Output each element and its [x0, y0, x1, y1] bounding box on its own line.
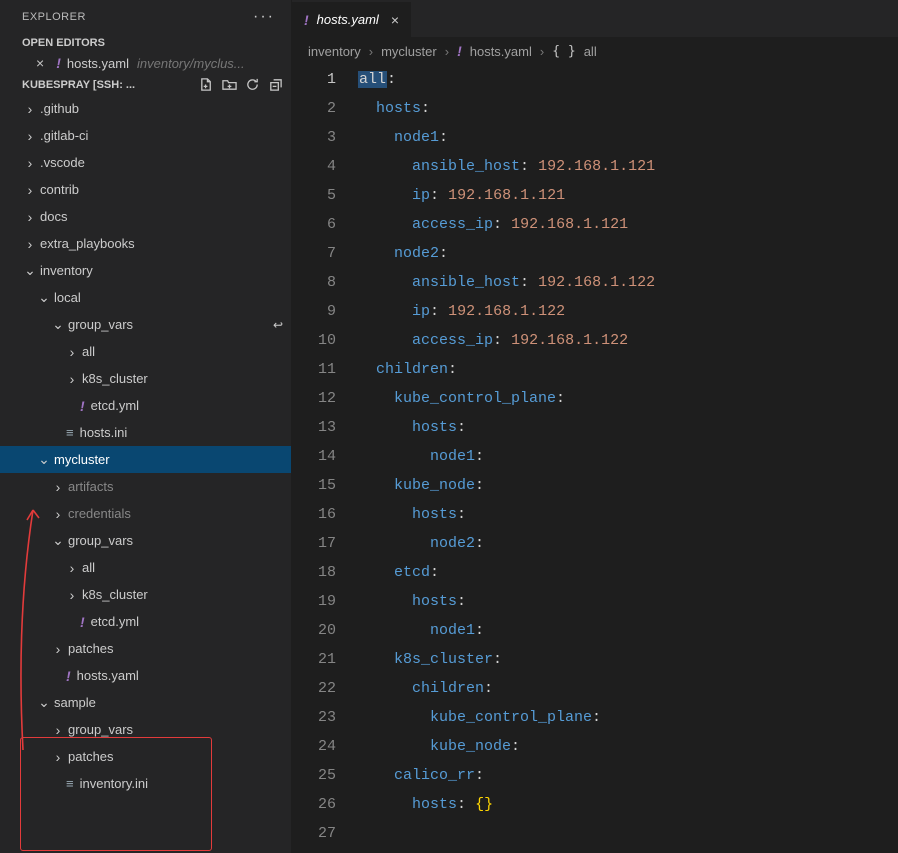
chevron-down-icon	[36, 289, 52, 306]
open-editors-label: OPEN EDITORS	[22, 37, 105, 49]
code-editor[interactable]: 1234567891011121314151617181920212223242…	[292, 65, 898, 853]
tree-file-etcd-yml-2[interactable]: !etcd.yml	[0, 608, 291, 635]
tree-folder-artifacts[interactable]: artifacts	[0, 473, 291, 500]
chevron-right-icon	[50, 479, 66, 495]
code-lines[interactable]: all: hosts: node1: ansible_host: 192.168…	[354, 65, 898, 853]
open-editor-item[interactable]: × ! hosts.yaml inventory/myclus...	[0, 52, 291, 74]
chevron-down-icon	[22, 262, 38, 279]
tab-title: hosts.yaml	[317, 12, 379, 27]
more-actions-icon[interactable]: ···	[253, 8, 275, 26]
tree-folder-patches[interactable]: patches	[0, 635, 291, 662]
breadcrumb-seg[interactable]: mycluster	[381, 44, 437, 59]
close-tab-icon[interactable]: ×	[391, 12, 399, 28]
close-editor-icon[interactable]: ×	[36, 55, 44, 71]
breadcrumb-sep-icon: ›	[445, 44, 449, 59]
tree-folder-gitlab-ci[interactable]: .gitlab-ci	[0, 122, 291, 149]
open-editor-filename: hosts.yaml	[67, 56, 129, 71]
chevron-down-icon	[50, 532, 66, 549]
breadcrumb-seg[interactable]: hosts.yaml	[470, 44, 532, 59]
workspace-section[interactable]: KUBESPRAY [SSH: ...	[0, 74, 291, 95]
line-gutter: 1234567891011121314151617181920212223242…	[292, 65, 354, 853]
tree-folder-contrib[interactable]: contrib	[0, 176, 291, 203]
chevron-right-icon	[22, 182, 38, 198]
tab-hosts-yaml[interactable]: ! hosts.yaml ×	[292, 2, 411, 37]
tree-folder-patches-2[interactable]: patches	[0, 743, 291, 770]
yaml-file-icon: !	[457, 43, 462, 59]
explorer-header: EXPLORER ···	[0, 0, 291, 34]
chevron-right-icon	[64, 371, 80, 387]
new-folder-icon[interactable]	[222, 77, 237, 92]
chevron-right-icon	[50, 641, 66, 657]
chevron-right-icon	[64, 587, 80, 603]
modified-indicator-icon: ↩	[273, 318, 283, 332]
chevron-right-icon	[64, 560, 80, 576]
tree-file-inventory-ini[interactable]: inventory.ini	[0, 770, 291, 797]
chevron-down-icon	[36, 694, 52, 711]
tree-folder-vscode[interactable]: .vscode	[0, 149, 291, 176]
tree-folder-group-vars[interactable]: group_vars↩	[0, 311, 291, 338]
chevron-down-icon	[50, 316, 66, 333]
new-file-icon[interactable]	[199, 77, 214, 92]
breadcrumb-sep-icon: ›	[540, 44, 544, 59]
tree-folder-local[interactable]: local	[0, 284, 291, 311]
explorer-sidebar: EXPLORER ··· OPEN EDITORS × ! hosts.yaml…	[0, 0, 292, 853]
tree-folder-sample[interactable]: sample	[0, 689, 291, 716]
breadcrumb[interactable]: inventory › mycluster › ! hosts.yaml › {…	[292, 37, 898, 65]
tree-folder-all[interactable]: all	[0, 338, 291, 365]
file-tree: .github .gitlab-ci .vscode contrib docs …	[0, 95, 291, 853]
ini-file-icon	[66, 776, 74, 791]
tree-folder-extra-playbooks[interactable]: extra_playbooks	[0, 230, 291, 257]
breadcrumb-sep-icon: ›	[369, 44, 373, 59]
tree-file-hosts-yaml[interactable]: !hosts.yaml	[0, 662, 291, 689]
chevron-right-icon	[22, 101, 38, 117]
chevron-right-icon	[50, 722, 66, 738]
editor-pane: ! hosts.yaml × inventory › mycluster › !…	[292, 0, 898, 853]
chevron-right-icon	[22, 155, 38, 171]
tree-folder-credentials[interactable]: credentials	[0, 500, 291, 527]
explorer-title: EXPLORER	[22, 11, 86, 23]
chevron-right-icon	[22, 209, 38, 225]
braces-icon: { }	[552, 44, 575, 59]
tree-folder-github[interactable]: .github	[0, 95, 291, 122]
tree-folder-k8s-cluster-2[interactable]: k8s_cluster	[0, 581, 291, 608]
yaml-file-icon: !	[66, 668, 71, 684]
breadcrumb-seg[interactable]: inventory	[308, 44, 361, 59]
tree-folder-group-vars-2[interactable]: group_vars	[0, 527, 291, 554]
breadcrumb-seg[interactable]: all	[584, 44, 597, 59]
yaml-file-icon: !	[56, 55, 61, 71]
chevron-right-icon	[22, 236, 38, 252]
chevron-right-icon	[64, 344, 80, 360]
yaml-file-icon: !	[80, 614, 85, 630]
workspace-label: KUBESPRAY [SSH: ...	[22, 79, 135, 91]
tree-folder-docs[interactable]: docs	[0, 203, 291, 230]
tree-folder-k8s-cluster[interactable]: k8s_cluster	[0, 365, 291, 392]
refresh-icon[interactable]	[245, 77, 260, 92]
chevron-down-icon	[36, 451, 52, 468]
tree-folder-group-vars-3[interactable]: group_vars	[0, 716, 291, 743]
tab-bar: ! hosts.yaml ×	[292, 0, 898, 37]
tree-file-etcd-yml[interactable]: !etcd.yml	[0, 392, 291, 419]
open-editors-section[interactable]: OPEN EDITORS	[0, 34, 291, 52]
tree-file-hosts-ini[interactable]: hosts.ini	[0, 419, 291, 446]
chevron-right-icon	[50, 749, 66, 765]
chevron-right-icon	[50, 506, 66, 522]
yaml-file-icon: !	[80, 398, 85, 414]
collapse-all-icon[interactable]	[268, 77, 283, 92]
tree-folder-all-2[interactable]: all	[0, 554, 291, 581]
workspace-actions	[199, 77, 283, 92]
ini-file-icon	[66, 425, 74, 440]
open-editor-path: inventory/myclus...	[137, 56, 245, 71]
yaml-file-icon: !	[304, 12, 309, 28]
tree-folder-inventory[interactable]: inventory	[0, 257, 291, 284]
tree-folder-mycluster[interactable]: mycluster	[0, 446, 291, 473]
chevron-right-icon	[22, 128, 38, 144]
